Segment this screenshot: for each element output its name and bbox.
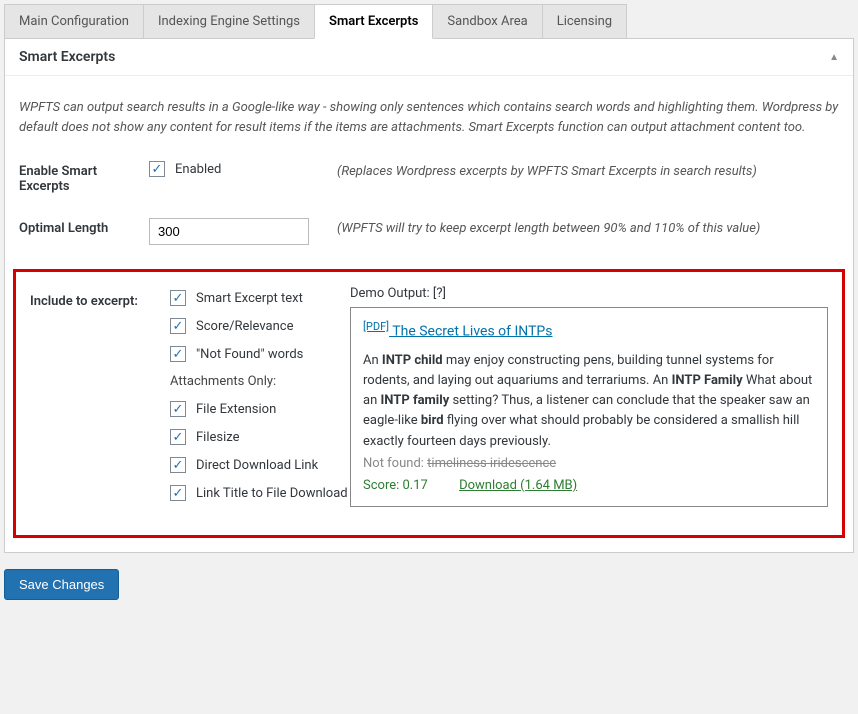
collapse-icon[interactable]: ▲ — [829, 52, 839, 63]
enable-checkbox[interactable]: ✓ — [149, 161, 165, 177]
label-score-relevance: Score/Relevance — [196, 319, 294, 334]
include-section: Include to excerpt: ✓ Smart Excerpt text… — [13, 269, 845, 538]
tab-main-configuration[interactable]: Main Configuration — [4, 4, 144, 38]
demo-title-link[interactable]: The Secret Lives of INTPs — [389, 323, 552, 339]
label-not-found-words: "Not Found" words — [196, 347, 303, 362]
length-label: Optimal Length — [19, 218, 149, 236]
settings-tabs: Main Configuration Indexing Engine Setti… — [4, 4, 854, 39]
tab-indexing-engine[interactable]: Indexing Engine Settings — [143, 4, 315, 38]
checkbox-smart-excerpt-text[interactable]: ✓ — [170, 290, 186, 306]
label-link-title-to-file: Link Title to File Download — [196, 486, 348, 501]
length-note: (WPFTS will try to keep excerpt length b… — [329, 218, 839, 236]
intro-text: WPFTS can output search results in a Goo… — [19, 98, 839, 137]
panel-header[interactable]: Smart Excerpts ▲ — [5, 39, 853, 76]
enable-note: (Replaces Wordpress excerpts by WPFTS Sm… — [329, 161, 839, 179]
demo-output-label: Demo Output: [?] — [350, 286, 828, 301]
checkbox-score-relevance[interactable]: ✓ — [170, 318, 186, 334]
demo-excerpt-text: An INTP child may enjoy constructing pen… — [363, 351, 815, 452]
tab-smart-excerpts[interactable]: Smart Excerpts — [314, 4, 433, 39]
label-smart-excerpt-text: Smart Excerpt text — [196, 291, 303, 306]
include-label: Include to excerpt: — [30, 286, 170, 513]
length-input[interactable] — [149, 218, 309, 245]
demo-pdf-tag: [PDF] — [363, 320, 389, 333]
save-changes-button[interactable]: Save Changes — [4, 569, 119, 600]
panel-title: Smart Excerpts — [19, 49, 115, 65]
checkbox-not-found-words[interactable]: ✓ — [170, 346, 186, 362]
demo-not-found: Not found: timeliness iridescence — [363, 454, 815, 474]
attachments-only-subhead: Attachments Only: — [170, 374, 350, 389]
label-filesize: Filesize — [196, 430, 240, 445]
demo-score: Score: 0.17 — [363, 478, 428, 493]
checkbox-direct-download-link[interactable]: ✓ — [170, 457, 186, 473]
checkbox-file-extension[interactable]: ✓ — [170, 401, 186, 417]
checkbox-link-title-to-file[interactable]: ✓ — [170, 485, 186, 501]
label-direct-download-link: Direct Download Link — [196, 458, 318, 473]
enable-checkbox-label: Enabled — [175, 162, 221, 177]
enable-label: Enable Smart Excerpts — [19, 161, 149, 194]
tab-sandbox-area[interactable]: Sandbox Area — [432, 4, 542, 38]
tab-licensing[interactable]: Licensing — [542, 4, 627, 38]
checkbox-filesize[interactable]: ✓ — [170, 429, 186, 445]
label-file-extension: File Extension — [196, 402, 276, 417]
demo-output-box: [PDF] The Secret Lives of INTPs An INTP … — [350, 307, 828, 507]
demo-download-link[interactable]: Download (1.64 MB) — [459, 478, 577, 493]
